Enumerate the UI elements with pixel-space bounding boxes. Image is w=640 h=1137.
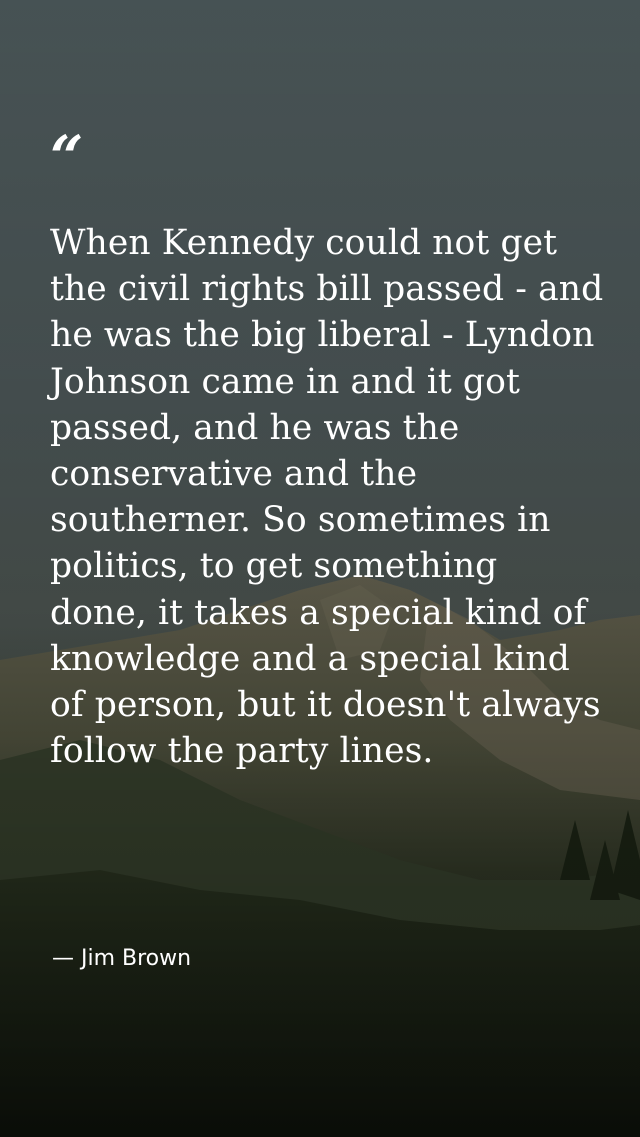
quote-mark-icon: “: [50, 123, 84, 191]
quote-author: — Jim Brown: [52, 946, 192, 971]
quote-text: When Kennedy could not get the civil rig…: [50, 223, 604, 772]
